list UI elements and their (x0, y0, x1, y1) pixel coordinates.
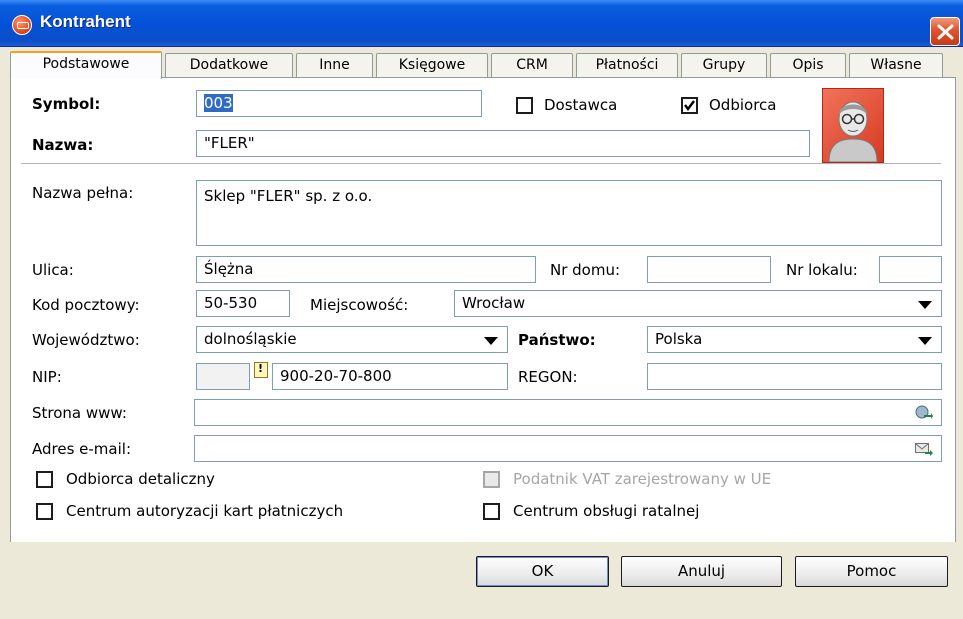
tab-ksiegowe[interactable]: Księgowe (376, 53, 488, 77)
nip-prefix-field[interactable] (196, 363, 250, 390)
nazwa-pelna-label: Nazwa pełna: (32, 184, 134, 202)
panstwo-value: Polska (655, 330, 703, 348)
adres-email-label: Adres e-mail: (32, 440, 132, 458)
symbol-field[interactable]: 003 (196, 90, 482, 117)
close-icon (937, 24, 954, 40)
close-button[interactable] (930, 17, 960, 46)
title-bar[interactable]: Kontrahent (0, 0, 963, 47)
podatnik-vat-ue-label: Podatnik VAT zarejestrowany w UE (513, 470, 772, 488)
globe-arrow-icon[interactable] (915, 405, 933, 421)
note-icon[interactable]: ! (254, 362, 268, 378)
odbiorca-detaliczny-label: Odbiorca detaliczny (66, 470, 215, 488)
ulica-field[interactable]: Ślężna (196, 256, 536, 283)
centrum-autoryzacji-label: Centrum autoryzacji kart płatniczych (66, 502, 344, 520)
tab-grupy[interactable]: Grupy (681, 53, 767, 77)
nr-lokalu-label: Nr lokalu: (786, 261, 858, 279)
dostawca-checkbox[interactable] (516, 97, 533, 114)
checkmark-icon (684, 100, 695, 111)
tab-inne[interactable]: Inne (296, 53, 373, 77)
tab-platnosci[interactable]: Płatności (576, 53, 678, 77)
nip-field[interactable]: 900-20-70-800 (272, 363, 508, 390)
tab-podstawowe[interactable]: Podstawowe (10, 51, 162, 79)
miejscowosc-dropdown[interactable]: Wrocław (454, 290, 942, 317)
person-figure-icon (828, 101, 878, 163)
symbol-value: 003 (204, 94, 233, 112)
kontrahent-dialog: Kontrahent Podstawowe Dodatkowe Inne Ksi… (0, 0, 963, 619)
centrum-obslugi-checkbox[interactable] (483, 503, 500, 520)
tab-dodatkowe[interactable]: Dodatkowe (165, 53, 293, 77)
miejscowosc-value: Wrocław (462, 294, 526, 312)
adres-email-field[interactable] (194, 435, 942, 462)
tab-opis[interactable]: Opis (770, 53, 846, 77)
dostawca-label: Dostawca (544, 96, 618, 114)
nip-label: NIP: (32, 368, 62, 386)
nr-domu-field[interactable] (647, 256, 771, 283)
regon-label: REGON: (518, 368, 578, 386)
chevron-down-icon[interactable] (484, 337, 498, 345)
miejscowosc-label: Miejscowość: (310, 296, 409, 314)
section-divider (21, 163, 941, 164)
ulica-label: Ulica: (32, 261, 74, 279)
wojewodztwo-label: Województwo: (32, 331, 140, 349)
tab-crm[interactable]: CRM (491, 53, 573, 77)
centrum-obslugi-label: Centrum obsługi ratalnej (513, 502, 700, 520)
regon-field[interactable] (647, 363, 942, 390)
panstwo-label: Państwo: (518, 331, 596, 349)
chevron-down-icon[interactable] (918, 301, 932, 309)
pomoc-button[interactable]: Pomoc (795, 556, 948, 587)
panstwo-dropdown[interactable]: Polska (647, 326, 942, 353)
symbol-label: Symbol: (32, 95, 101, 113)
kod-pocztowy-label: Kod pocztowy: (32, 296, 140, 314)
anuluj-button[interactable]: Anuluj (621, 556, 782, 587)
odbiorca-label: Odbiorca (709, 96, 777, 114)
chevron-down-icon[interactable] (918, 337, 932, 345)
centrum-autoryzacji-checkbox[interactable] (36, 503, 53, 520)
tab-wlasne[interactable]: Własne (849, 53, 943, 77)
nazwa-label: Nazwa: (32, 136, 94, 154)
window-title: Kontrahent (40, 12, 131, 31)
wojewodztwo-dropdown[interactable]: dolnośląskie (196, 326, 508, 353)
nr-domu-label: Nr domu: (550, 261, 621, 279)
kontrahent-app-icon (12, 15, 32, 35)
odbiorca-checkbox[interactable] (681, 97, 698, 114)
strona-www-label: Strona www: (32, 404, 127, 422)
odbiorca-detaliczny-checkbox[interactable] (36, 471, 53, 488)
nazwa-field[interactable]: "FLER" (196, 130, 810, 157)
envelope-arrow-icon[interactable] (915, 442, 933, 456)
strona-www-field[interactable] (194, 399, 942, 426)
kod-pocztowy-field[interactable]: 50-530 (196, 290, 290, 317)
nazwa-pelna-field[interactable]: Sklep "FLER" sp. z o.o. (196, 180, 942, 246)
podatnik-vat-ue-checkbox (483, 471, 500, 488)
tab-strip: Podstawowe Dodatkowe Inne Księgowe CRM P… (10, 51, 963, 79)
ok-button[interactable]: OK (476, 556, 609, 587)
person-avatar-icon (822, 88, 884, 163)
nr-lokalu-field[interactable] (879, 256, 942, 283)
wojewodztwo-value: dolnośląskie (204, 330, 297, 348)
